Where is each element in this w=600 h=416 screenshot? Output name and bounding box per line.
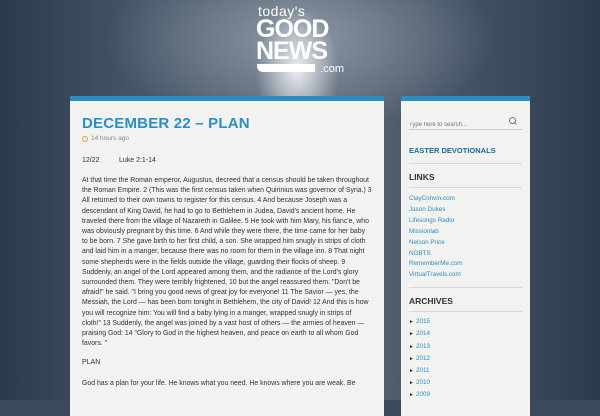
archive-item[interactable]: ► 2014 — [409, 328, 522, 340]
expand-arrow-icon[interactable]: ► — [409, 380, 414, 386]
sidebar: EASTER DEVOTIONALS LINKS ClayConvin.com … — [401, 96, 530, 416]
expand-arrow-icon[interactable]: ► — [409, 331, 414, 337]
search-box — [409, 113, 522, 130]
archive-item[interactable]: ► 2015 — [409, 316, 522, 328]
archive-item[interactable]: ► 2012 — [409, 353, 522, 365]
archives-title: ARCHIVES — [409, 296, 453, 307]
plan-heading: PLAN — [82, 359, 101, 367]
expand-arrow-icon[interactable]: ► — [409, 368, 414, 374]
archives-list: ► 2015 ► 2014 ► 2013 ► 2012 ► 2011 ► 2010 ► 200… — [409, 316, 522, 401]
links-title: LINKS — [409, 172, 435, 182]
expand-arrow-icon[interactable]: ► — [409, 319, 414, 325]
post-panel: DECEMBER 22 – PLAN 14 hours ago 12/22 Lu… — [70, 96, 384, 416]
scripture-passage: Luke 2:1-14 — [118, 157, 156, 164]
divider — [409, 311, 522, 313]
search-input[interactable] — [409, 120, 501, 130]
logo-suffix: .com — [320, 63, 344, 75]
link-item[interactable]: Lifesongs Radio — [409, 216, 522, 227]
link-item[interactable]: Jason Dukes — [409, 205, 522, 216]
link-item[interactable]: ClayConvin.com — [409, 194, 522, 205]
link-item[interactable]: RememberMe.com — [409, 259, 522, 270]
expand-arrow-icon[interactable]: ► — [409, 392, 414, 398]
archive-item[interactable]: ► 2010 — [409, 377, 522, 389]
post-time: 14 hours ago — [91, 135, 129, 142]
post-date: 12/22 — [82, 157, 100, 164]
post-body: At that time the Roman emperor, Augustus… — [82, 177, 372, 348]
expand-arrow-icon[interactable]: ► — [409, 344, 414, 350]
scripture-reference: 12/22 Luke 2:1-14 — [82, 157, 372, 164]
links-list: ClayConvin.com Jason Dukes Lifesongs Rad… — [409, 194, 522, 281]
archive-item[interactable]: ► 2011 — [409, 365, 522, 377]
logo-line-news: NEWS — [256, 37, 328, 65]
logo-bar — [257, 64, 315, 72]
post-title[interactable]: DECEMBER 22 – PLAN — [82, 115, 372, 132]
site-logo[interactable]: today's GOOD NEWS .com — [254, 4, 346, 76]
clock-icon — [82, 135, 88, 142]
link-item[interactable]: VirtualTravels.com — [409, 270, 522, 281]
divider — [409, 287, 522, 289]
easter-devotionals-link[interactable]: EASTER DEVOTIONALS — [409, 146, 522, 155]
archive-item[interactable]: ► 2013 — [409, 341, 522, 353]
link-item[interactable]: Missionlab — [409, 227, 522, 238]
link-item[interactable]: Nelson Price — [409, 238, 522, 249]
post-meta: 14 hours ago — [82, 135, 372, 142]
expand-arrow-icon[interactable]: ► — [409, 356, 414, 362]
post-body-continued: God has a plan for your life. He knows w… — [82, 380, 356, 388]
link-item[interactable]: NOBTS — [409, 249, 522, 260]
divider — [409, 163, 522, 164]
divider — [409, 187, 522, 188]
search-icon[interactable] — [509, 117, 516, 124]
